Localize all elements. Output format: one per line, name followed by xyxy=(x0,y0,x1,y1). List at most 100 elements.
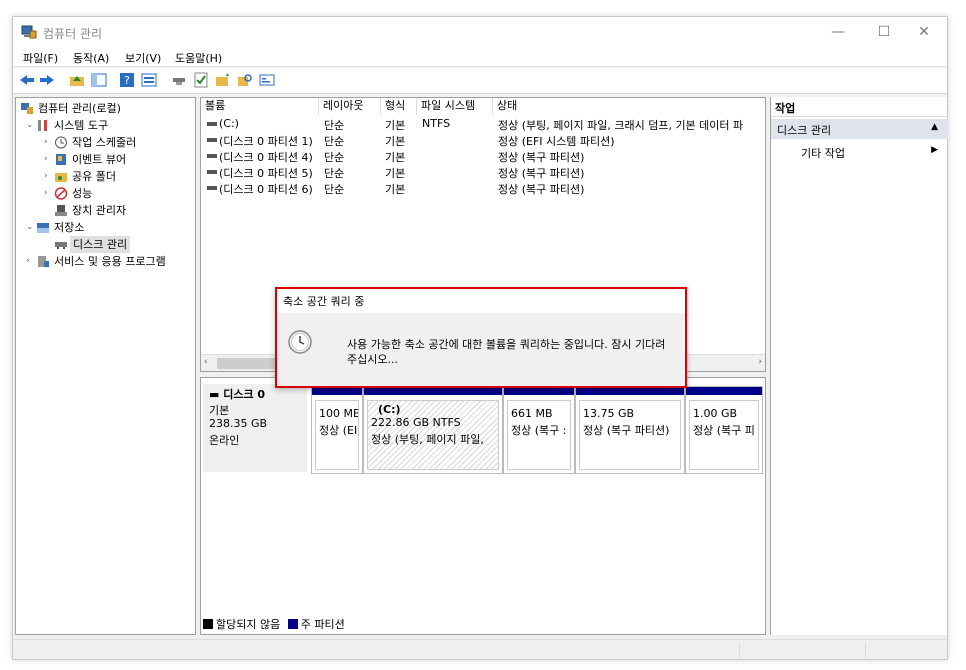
menu-action[interactable]: 동작(A) xyxy=(73,50,109,66)
checklist-icon[interactable] xyxy=(193,72,209,88)
console-tree-icon[interactable] xyxy=(91,72,107,88)
tree-label: 디스크 관리 xyxy=(70,236,131,253)
window-title: 컴퓨터 관리 xyxy=(43,27,103,41)
help-icon[interactable]: ? xyxy=(119,72,135,88)
partition-legend: 할당되지 않음 주 파티션 xyxy=(203,616,345,631)
up-folder-icon[interactable] xyxy=(69,72,85,88)
partition-body: 13.75 GB 정상 (복구 파티션) xyxy=(579,400,681,470)
system-tools-icon xyxy=(38,120,47,131)
chevron-down-icon[interactable]: ⌄ xyxy=(26,219,34,236)
cell-type: 기본 xyxy=(385,151,406,164)
column-header-volume[interactable]: 볼륨 xyxy=(201,98,319,115)
tree-label: 서비스 및 응용 프로그램 xyxy=(54,255,166,268)
tree-label: 작업 스케줄러 xyxy=(72,136,137,149)
menu-view[interactable]: 보기(V) xyxy=(125,50,161,66)
tree-label: 저장소 xyxy=(54,221,85,234)
cell-status: 정상 (복구 파티션) xyxy=(498,183,585,196)
partition-c[interactable]: (C:) 222.86 GB NTFS 정상 (부팅, 페이지 파일, xyxy=(363,386,503,474)
submenu-arrow-icon: ▶ xyxy=(931,145,938,155)
scroll-left-icon[interactable]: ‹ xyxy=(204,357,208,367)
tree-label: 컴퓨터 관리(로컬) xyxy=(38,102,121,115)
chevron-right-icon[interactable]: › xyxy=(44,151,48,168)
partition-body: (C:) 222.86 GB NTFS 정상 (부팅, 페이지 파일, xyxy=(367,400,499,470)
actions-item-more-actions[interactable]: 기타 작업 ▶ xyxy=(771,143,948,161)
tree-label: 공유 폴더 xyxy=(72,170,116,183)
disk-status: 온라인 xyxy=(209,434,240,447)
volume-icon xyxy=(207,186,217,190)
chevron-right-icon[interactable]: › xyxy=(44,185,48,202)
chevron-right-icon[interactable]: › xyxy=(44,134,48,151)
scroll-right-icon[interactable]: › xyxy=(758,357,762,367)
partition-recovery-1[interactable]: 661 MB 정상 (복구 : xyxy=(503,386,575,474)
minimize-button[interactable]: — xyxy=(815,17,861,47)
partition-efi[interactable]: 100 ME 정상 (EI xyxy=(311,386,363,474)
title-bar: 컴퓨터 관리 — ☐ ✕ xyxy=(13,17,947,47)
table-row[interactable]: (디스크 0 파티션 4) 단순 기본 정상 (복구 파티션) xyxy=(201,148,765,164)
shared-folder-icon xyxy=(55,173,67,182)
new-folder-icon[interactable] xyxy=(215,72,231,88)
back-arrow-icon[interactable] xyxy=(19,72,35,88)
partition-label: (C:) xyxy=(378,403,401,416)
menu-help[interactable]: 도움말(H) xyxy=(175,50,222,66)
cell-volume: (디스크 0 파티션 4) xyxy=(219,151,313,164)
partition-recovery-3[interactable]: 1.00 GB 정상 (복구 피 xyxy=(685,386,763,474)
column-header-file-system[interactable]: 파일 시스템 xyxy=(417,98,493,115)
table-row[interactable]: (디스크 0 파티션 6) 단순 기본 정상 (복구 파티션) xyxy=(201,180,765,196)
cell-volume: (디스크 0 파티션 1) xyxy=(219,135,313,148)
partition-size: 1.00 GB xyxy=(693,407,738,420)
chevron-right-icon[interactable]: › xyxy=(26,253,30,270)
partition-body: 661 MB 정상 (복구 : xyxy=(507,400,571,470)
partition-status: 정상 (EI xyxy=(319,424,358,437)
actions-section-disk-management[interactable]: 디스크 관리 ▲ xyxy=(771,119,948,139)
chevron-right-icon[interactable]: › xyxy=(44,168,48,185)
computer-management-icon xyxy=(21,103,33,114)
cell-layout: 단순 xyxy=(324,119,345,132)
column-header-layout[interactable]: 레이아웃 xyxy=(319,98,381,115)
partition-size: 100 ME xyxy=(319,407,359,420)
partition-body: 100 ME 정상 (EI xyxy=(315,400,359,470)
close-button[interactable]: ✕ xyxy=(901,17,947,47)
partition-status: 정상 (복구 파티션) xyxy=(583,424,670,437)
volume-icon xyxy=(207,122,217,126)
performance-icon xyxy=(54,187,68,200)
export-list-icon[interactable] xyxy=(141,72,157,88)
table-row[interactable]: (C:) 단순 기본 NTFS 정상 (부팅, 페이지 파일, 크래시 덤프, … xyxy=(201,116,765,132)
properties-icon[interactable] xyxy=(259,72,275,88)
unallocated-swatch xyxy=(203,619,213,629)
column-header-status[interactable]: 상태 xyxy=(493,98,765,115)
primary-partition-swatch xyxy=(287,619,298,629)
item-label: 기타 작업 xyxy=(801,147,845,160)
partition-body: 1.00 GB 정상 (복구 피 xyxy=(689,400,759,470)
cell-status: 정상 (복구 파티션) xyxy=(498,151,585,164)
menu-file[interactable]: 파일(F) xyxy=(23,50,58,66)
connect-icon[interactable] xyxy=(171,72,187,88)
disk-layout-view: ▬ 디스크 0 기본 238.35 GB 온라인 100 ME 정상 (EI (… xyxy=(200,377,766,635)
table-row[interactable]: (디스크 0 파티션 5) 단순 기본 정상 (복구 파티션) xyxy=(201,164,765,180)
computer-management-icon xyxy=(21,25,37,39)
collapse-arrow-icon[interactable]: ▲ xyxy=(931,122,938,132)
disk-info[interactable]: ▬ 디스크 0 기본 238.35 GB 온라인 xyxy=(203,384,307,472)
toolbar: ? xyxy=(13,68,947,94)
event-viewer-icon xyxy=(56,154,66,165)
cell-type: 기본 xyxy=(385,183,406,196)
tree-label: 이벤트 뷰어 xyxy=(72,153,127,166)
cell-status: 정상 (복구 파티션) xyxy=(498,167,585,180)
cell-layout: 단순 xyxy=(324,151,345,164)
section-label: 디스크 관리 xyxy=(777,124,832,137)
disk-type: 기본 xyxy=(209,404,230,417)
clock-icon xyxy=(288,330,312,354)
table-row[interactable]: (디스크 0 파티션 1) 단순 기본 정상 (EFI 시스템 파티션) xyxy=(201,132,765,148)
forward-arrow-icon[interactable] xyxy=(39,72,55,88)
clock-icon xyxy=(55,136,67,149)
partition-color-bar xyxy=(312,387,362,395)
partition-status: 정상 (부팅, 페이지 파일, xyxy=(371,433,484,446)
querying-shrink-space-dialog: 축소 공간 쿼리 중 사용 가능한 축소 공간에 대한 볼륨을 쿼리하는 중입니… xyxy=(275,287,687,388)
partition-size: 222.86 GB NTFS xyxy=(371,416,461,429)
search-folder-icon[interactable] xyxy=(237,72,253,88)
chevron-down-icon[interactable]: ⌄ xyxy=(26,117,34,134)
column-header-type[interactable]: 형식 xyxy=(381,98,417,115)
partition-color-bar xyxy=(364,387,502,395)
dialog-message: 사용 가능한 축소 공간에 대한 볼륨을 쿼리하는 중입니다. 잠시 기다려 주… xyxy=(347,338,666,366)
partition-recovery-2[interactable]: 13.75 GB 정상 (복구 파티션) xyxy=(575,386,685,474)
partition-size: 13.75 GB xyxy=(583,407,635,420)
